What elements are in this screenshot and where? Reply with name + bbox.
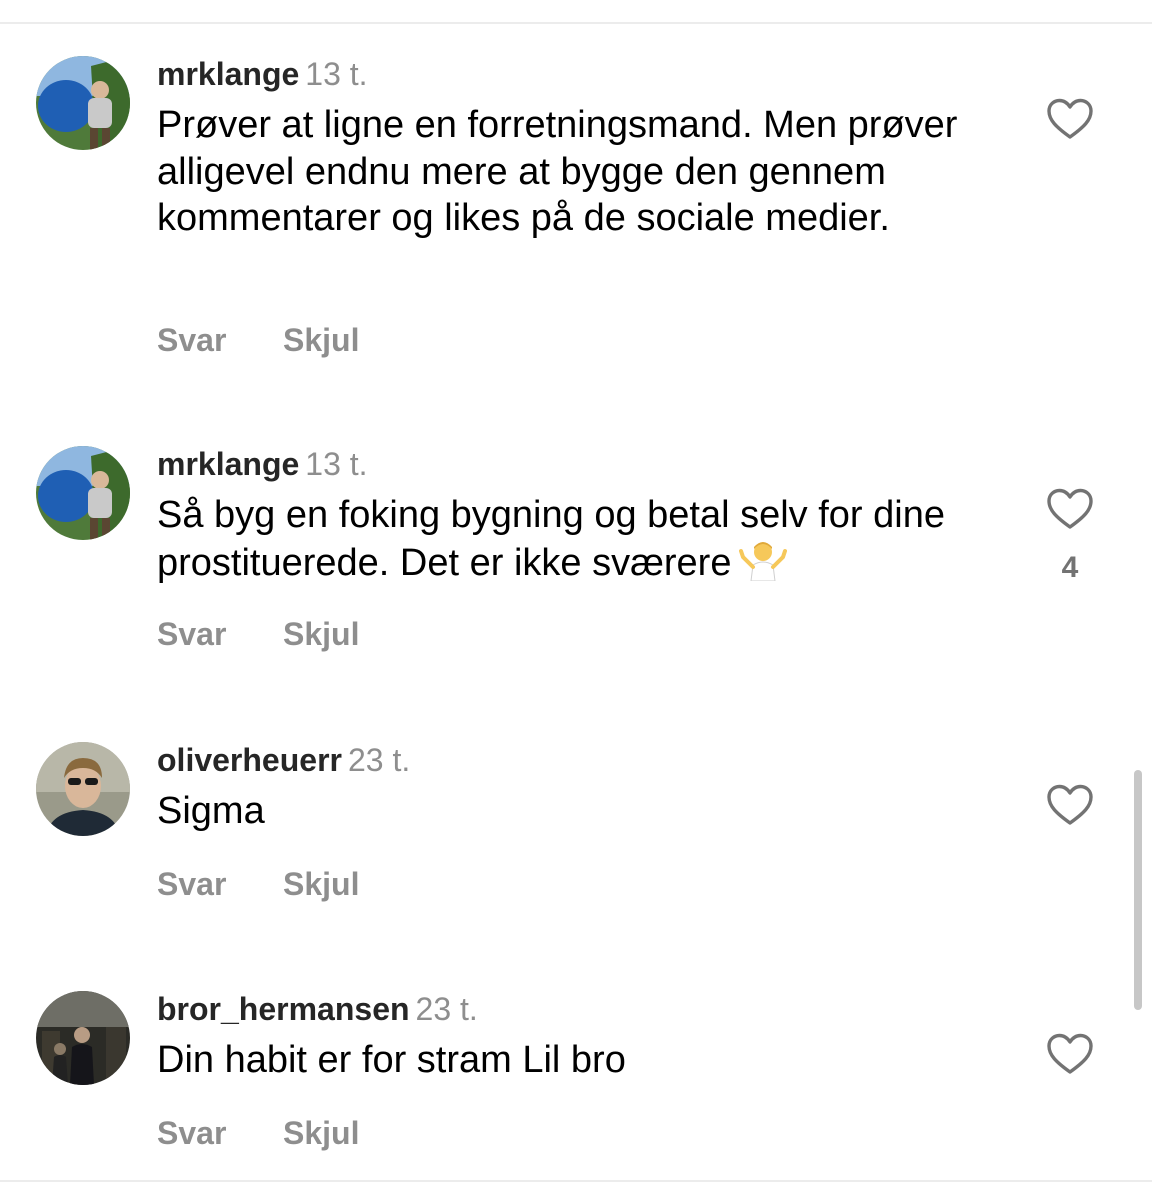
reply-button[interactable]: Svar — [157, 322, 283, 358]
heart-outline-icon[interactable] — [1046, 98, 1094, 144]
avatar[interactable] — [36, 742, 130, 836]
avatar[interactable] — [36, 991, 130, 1085]
username[interactable]: oliverheuerr — [157, 742, 342, 778]
avatar[interactable] — [36, 446, 130, 540]
comment-time: 13 t. — [305, 446, 368, 482]
hide-button[interactable]: Skjul — [283, 1115, 359, 1151]
hide-button[interactable]: Skjul — [283, 866, 359, 902]
hide-button[interactable]: Skjul — [283, 322, 359, 358]
username[interactable]: mrklange — [157, 446, 299, 482]
reply-button[interactable]: Svar — [157, 1115, 283, 1151]
comment-actions: Svar Skjul — [157, 866, 359, 902]
avatar[interactable] — [36, 56, 130, 150]
heart-outline-icon[interactable] — [1046, 1033, 1094, 1079]
like-area — [1045, 98, 1095, 145]
comment-time: 13 t. — [305, 56, 368, 92]
comment-time: 23 t. — [415, 991, 478, 1027]
hide-button[interactable]: Skjul — [283, 616, 359, 652]
comment-meta: mrklange 13 t. — [157, 446, 368, 482]
comment-meta: bror_hermansen 23 t. — [157, 991, 478, 1027]
heart-outline-icon[interactable] — [1046, 784, 1094, 830]
comment-meta: mrklange 13 t. — [157, 56, 368, 92]
top-divider — [0, 22, 1152, 24]
comment-meta: oliverheuerr 23 t. — [157, 742, 410, 778]
comment-text: Sigma — [157, 790, 265, 832]
bottom-divider — [0, 1180, 1152, 1182]
username[interactable]: mrklange — [157, 56, 299, 92]
comment-text: Din habit er for stram Lil bro — [157, 1039, 626, 1081]
comment-actions: Svar Skjul — [157, 1115, 359, 1151]
reply-button[interactable]: Svar — [157, 866, 283, 902]
comment-actions: Svar Skjul — [157, 616, 359, 652]
like-area — [1045, 1033, 1095, 1080]
comment-actions: Svar Skjul — [157, 322, 359, 358]
scrollbar[interactable] — [1134, 770, 1142, 1010]
comment-text: Så byg en foking bygning og betal selv f… — [157, 492, 1007, 592]
person-shrugging-emoji — [739, 539, 788, 593]
like-area: 4 — [1045, 488, 1095, 585]
comment-text-body: Så byg en foking bygning og betal selv f… — [157, 494, 945, 584]
reply-button[interactable]: Svar — [157, 616, 283, 652]
comment-text: Prøver at ligne en forretningsmand. Men … — [157, 104, 958, 239]
like-count[interactable]: 4 — [1045, 551, 1095, 585]
username[interactable]: bror_hermansen — [157, 991, 410, 1027]
comment-time: 23 t. — [347, 742, 411, 778]
heart-outline-icon[interactable] — [1046, 488, 1094, 534]
like-area — [1045, 784, 1095, 831]
